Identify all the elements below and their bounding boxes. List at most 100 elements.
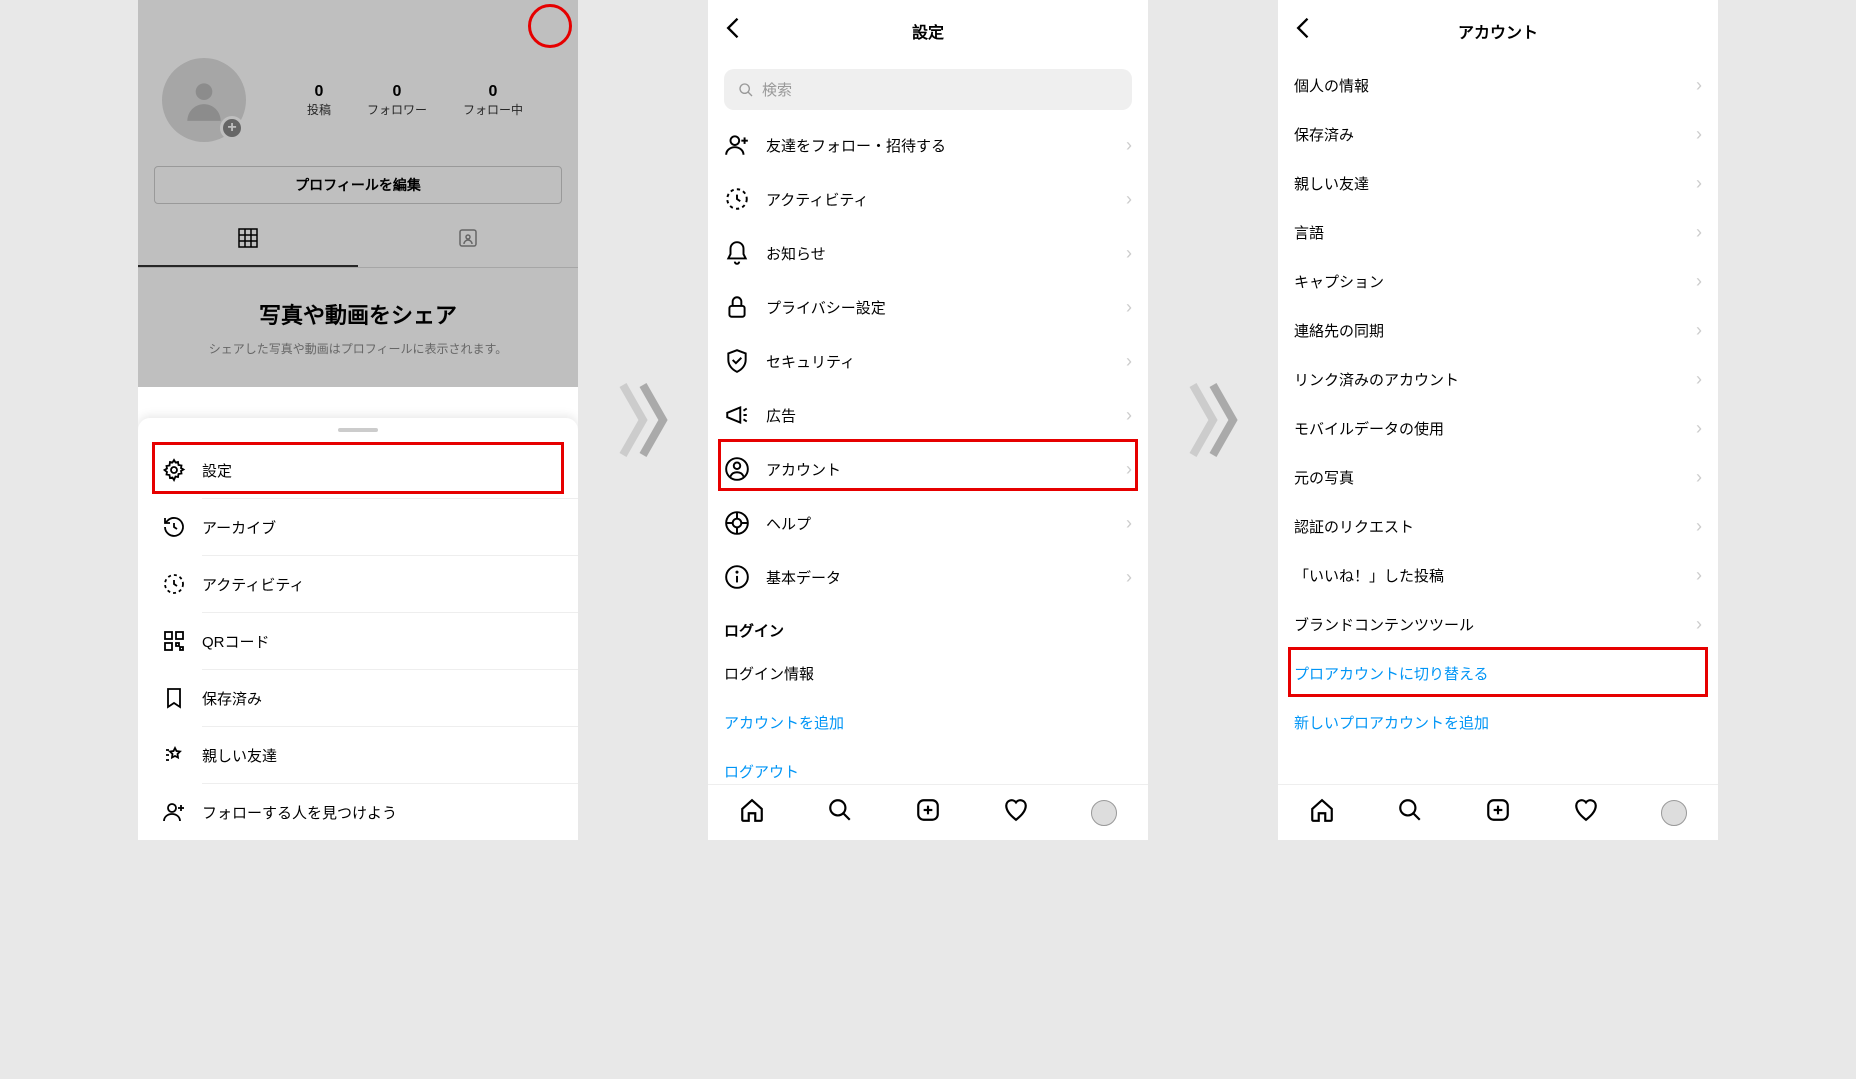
nav-profile-avatar[interactable] [1661, 800, 1687, 826]
nav-home-icon[interactable] [1309, 797, 1335, 828]
step-arrow [618, 380, 668, 460]
account-item-language[interactable]: 言語 › [1278, 208, 1718, 257]
sheet-item-discover[interactable]: フォローする人を見つけよう [138, 784, 578, 840]
settings-item-invite[interactable]: 友達をフォロー・招待する › [708, 118, 1148, 172]
account-item-close-friends[interactable]: 親しい友達 › [1278, 159, 1718, 208]
settings-item-help[interactable]: ヘルプ › [708, 496, 1148, 550]
list-label: 元の写真 [1294, 467, 1680, 488]
nav-create-icon[interactable] [915, 797, 941, 828]
add-person-icon [162, 800, 186, 824]
list-label: 親しい友達 [1294, 173, 1680, 194]
menu-bottom-sheet: 設定 アーカイブ アクティビティ QRコード 保存済み [138, 418, 578, 840]
nav-search-icon[interactable] [1397, 797, 1423, 828]
stat-following[interactable]: 0フォロー中 [463, 83, 523, 118]
sheet-label: フォローする人を見つけよう [202, 802, 397, 823]
sheet-item-archive[interactable]: アーカイブ [138, 499, 578, 555]
sheet-label: 保存済み [202, 688, 262, 709]
chevron-right-icon: › [1696, 173, 1702, 194]
stat-followers[interactable]: 0フォロワー [367, 83, 427, 118]
nav-profile-avatar[interactable] [1091, 800, 1117, 826]
account-item-contacts-sync[interactable]: 連絡先の同期 › [1278, 306, 1718, 355]
shield-icon [724, 348, 750, 374]
search-input[interactable]: 検索 [724, 69, 1132, 110]
screen-profile: + 0投稿 0フォロワー 0フォロー中 プロフィールを編集 写真や動画をシェア … [138, 0, 578, 840]
account-item-verification[interactable]: 認証のリクエスト› [1278, 502, 1718, 551]
chevron-right-icon: › [1696, 222, 1702, 243]
activity-icon [162, 572, 186, 596]
list-label: 個人の情報 [1294, 75, 1680, 96]
settings-item-privacy[interactable]: プライバシー設定 › [708, 280, 1148, 334]
chevron-right-icon: › [1126, 513, 1132, 534]
account-item-liked-posts[interactable]: 「いいね！」した投稿› [1278, 551, 1718, 600]
back-button[interactable] [720, 14, 748, 47]
back-button[interactable] [1290, 14, 1318, 47]
tab-grid[interactable] [138, 216, 358, 267]
list-label: 連絡先の同期 [1294, 320, 1680, 341]
chevron-right-icon: › [1696, 75, 1702, 96]
nav-home-icon[interactable] [739, 797, 765, 828]
list-label: 広告 [766, 405, 1110, 426]
settings-item-security[interactable]: セキュリティ › [708, 334, 1148, 388]
search-icon [738, 82, 754, 98]
archive-icon [162, 515, 186, 539]
list-label: ヘルプ [766, 513, 1110, 534]
account-item-saved[interactable]: 保存済み› [1278, 110, 1718, 159]
chevron-right-icon: › [1696, 467, 1702, 488]
settings-item-activity[interactable]: アクティビティ › [708, 172, 1148, 226]
account-item-personal-info[interactable]: 個人の情報 › [1278, 61, 1718, 110]
annotation-box-settings [152, 442, 564, 494]
page-title: アカウント [1458, 19, 1538, 43]
sheet-label: QRコード [202, 631, 270, 652]
sheet-item-activity[interactable]: アクティビティ [138, 556, 578, 612]
nav-activity-icon[interactable] [1003, 797, 1029, 828]
account-item-mobile-data[interactable]: モバイルデータの使用› [1278, 404, 1718, 453]
screen-account: アカウント 個人の情報 › 保存済み› 親しい友達 › 言語 › キャプション › 連絡… [1278, 0, 1718, 840]
nav-create-icon[interactable] [1485, 797, 1511, 828]
list-label: 言語 [1294, 222, 1680, 243]
nav-search-icon[interactable] [827, 797, 853, 828]
list-label: キャプション [1294, 271, 1680, 292]
chevron-right-icon: › [1696, 271, 1702, 292]
empty-state-title: 写真や動画をシェア [158, 298, 558, 330]
tab-tagged[interactable] [358, 216, 578, 267]
login-info-item[interactable]: ログイン情報 [708, 649, 1148, 698]
sheet-label: アーカイブ [202, 517, 276, 538]
sheet-item-close-friends[interactable]: 親しい友達 [138, 727, 578, 783]
account-item-linked-accounts[interactable]: リンク済みのアカウント › [1278, 355, 1718, 404]
close-friends-icon [162, 743, 186, 767]
megaphone-icon [724, 402, 750, 428]
stat-posts[interactable]: 0投稿 [307, 83, 331, 118]
lock-icon [724, 294, 750, 320]
add-story-icon[interactable]: + [220, 116, 244, 140]
login-section-header: ログイン [708, 604, 1148, 649]
profile-avatar[interactable]: + [162, 58, 246, 142]
list-label: リンク済みのアカウント [1294, 369, 1680, 390]
account-item-original-photos[interactable]: 元の写真 › [1278, 453, 1718, 502]
add-account-link[interactable]: アカウントを追加 [708, 698, 1148, 747]
list-label: セキュリティ [766, 351, 1110, 372]
list-label: アクティビティ [766, 189, 1110, 210]
settings-item-about[interactable]: 基本データ › [708, 550, 1148, 604]
chevron-right-icon: › [1696, 369, 1702, 390]
list-label: 「いいね！」した投稿 [1294, 565, 1680, 586]
sheet-item-qr[interactable]: QRコード [138, 613, 578, 669]
screen-settings: 設定 検索 友達をフォロー・招待する › アクティビティ › お知らせ › [708, 0, 1148, 840]
add-pro-account-link[interactable]: 新しいプロアカウントを追加 [1278, 698, 1718, 747]
list-label: モバイルデータの使用 [1294, 418, 1680, 439]
list-label: プライバシー設定 [766, 297, 1110, 318]
account-item-brand-content[interactable]: ブランドコンテンツツール› [1278, 600, 1718, 649]
settings-item-notifications[interactable]: お知らせ › [708, 226, 1148, 280]
settings-item-ads[interactable]: 広告 › [708, 388, 1148, 442]
step-arrow [1188, 380, 1238, 460]
sheet-drag-handle[interactable] [338, 428, 378, 432]
chevron-right-icon: › [1126, 297, 1132, 318]
chevron-right-icon: › [1696, 320, 1702, 341]
qr-icon [162, 629, 186, 653]
list-label: 認証のリクエスト [1294, 516, 1680, 537]
edit-profile-button[interactable]: プロフィールを編集 [154, 166, 562, 204]
account-item-captions[interactable]: キャプション › [1278, 257, 1718, 306]
annotation-circle [528, 4, 572, 48]
nav-activity-icon[interactable] [1573, 797, 1599, 828]
chevron-right-icon: › [1126, 567, 1132, 588]
sheet-item-saved[interactable]: 保存済み [138, 670, 578, 726]
